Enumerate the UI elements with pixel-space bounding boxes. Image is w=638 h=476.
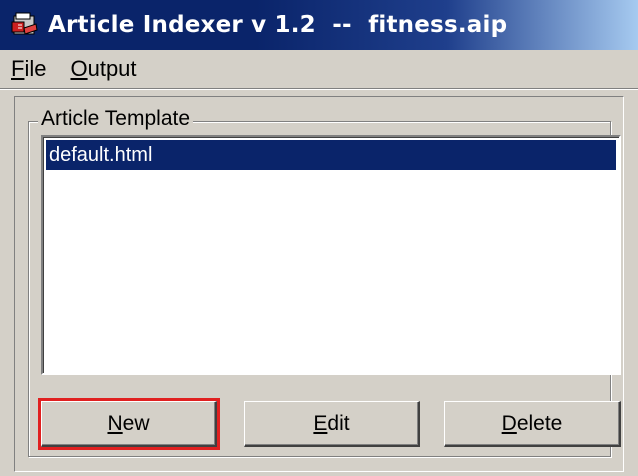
title-bar[interactable]: Article Indexer v 1.2 -- fitness.aip	[0, 0, 638, 50]
menu-output-accel: O	[70, 56, 88, 81]
edit-button[interactable]: Edit	[244, 401, 420, 447]
menu-file-label: ile	[24, 56, 47, 81]
delete-button-label: elete	[516, 411, 563, 435]
menu-file-accel: F	[11, 56, 25, 81]
menu-output[interactable]: Output	[57, 56, 147, 82]
groupbox-label: Article Template	[38, 107, 194, 131]
menu-output-label: utput	[87, 56, 137, 81]
menu-bar: File Output	[0, 50, 638, 88]
app-window: Article Indexer v 1.2 -- fitness.aip Fil…	[0, 0, 638, 476]
new-button-label: ew	[122, 411, 150, 435]
window-title: Article Indexer v 1.2 -- fitness.aip	[48, 12, 508, 38]
new-button[interactable]: New	[41, 401, 217, 447]
list-item-selected[interactable]: default.html	[46, 140, 616, 170]
new-button-accel: N	[107, 411, 123, 435]
delete-button-accel: D	[501, 411, 517, 435]
delete-button[interactable]: Delete	[444, 401, 621, 447]
menu-separator	[0, 88, 638, 90]
edit-button-label: dit	[327, 411, 350, 435]
template-listbox[interactable]: default.html	[41, 135, 621, 375]
article-indexer-app-icon	[10, 10, 40, 40]
edit-button-accel: E	[313, 411, 328, 435]
menu-file[interactable]: File	[0, 56, 57, 82]
